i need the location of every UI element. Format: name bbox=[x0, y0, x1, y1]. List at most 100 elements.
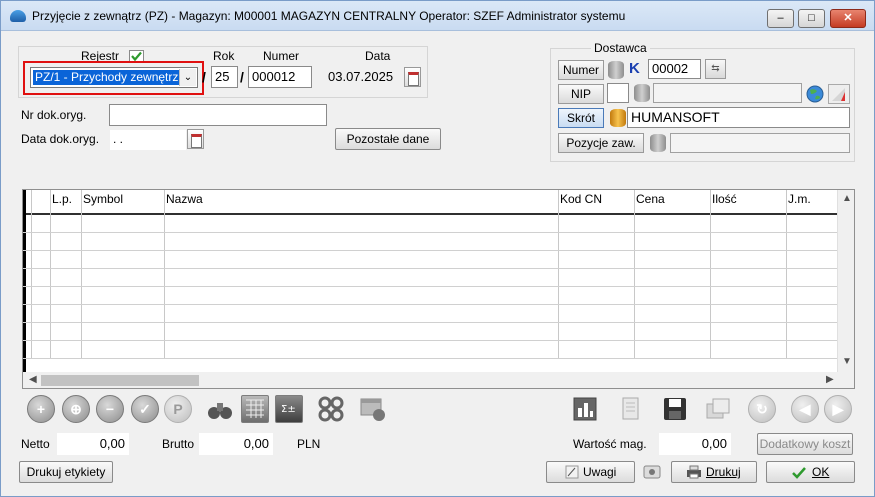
title-bar: Przyjęcie z zewnątrz (PZ) - Magazyn: M00… bbox=[1, 1, 874, 31]
horizontal-scroll-thumb[interactable] bbox=[41, 375, 199, 386]
binoculars-icon[interactable] bbox=[206, 395, 234, 423]
settings-icon[interactable] bbox=[317, 395, 345, 423]
supplier-number-field[interactable]: 00002 bbox=[648, 59, 701, 79]
grid-row-line bbox=[23, 322, 837, 323]
number-label: Numer bbox=[263, 49, 300, 63]
grid-column-line bbox=[81, 190, 82, 358]
chevron-down-icon[interactable]: ⌄ bbox=[179, 69, 196, 86]
pz-window: Przyjęcie z zewnątrz (PZ) - Magazyn: M00… bbox=[0, 0, 875, 497]
remove-icon[interactable]: − bbox=[96, 395, 124, 423]
column-header-price[interactable]: Cena bbox=[636, 192, 665, 206]
refresh-icon[interactable]: ↻ bbox=[748, 395, 776, 423]
database-icon[interactable] bbox=[608, 61, 624, 79]
horizontal-scrollbar[interactable]: ◀ ▶ bbox=[23, 372, 854, 388]
supplier-number-button[interactable]: Numer bbox=[558, 60, 604, 80]
column-header-symbol[interactable]: Symbol bbox=[83, 192, 123, 206]
column-header-lp[interactable]: L.p. bbox=[52, 192, 72, 206]
database-orange-icon[interactable] bbox=[610, 109, 626, 127]
edit-check-icon[interactable]: ✓ bbox=[131, 395, 159, 423]
spreadsheet-icon[interactable] bbox=[241, 395, 269, 423]
year-label: Rok bbox=[213, 49, 235, 63]
k-label: K bbox=[629, 60, 640, 77]
nip-lookup-field[interactable] bbox=[653, 83, 802, 103]
database-icon-2[interactable] bbox=[634, 84, 650, 102]
p-icon[interactable]: P bbox=[164, 395, 192, 423]
grid-left-bar bbox=[23, 190, 26, 386]
add-search-icon[interactable]: ⊕ bbox=[62, 395, 90, 423]
globe-icon[interactable] bbox=[805, 84, 825, 104]
nip-field[interactable] bbox=[607, 83, 629, 103]
nip-button[interactable]: NIP bbox=[558, 84, 604, 104]
print-labels-button[interactable]: Drukuj etykiety bbox=[19, 461, 113, 483]
date-label: Data bbox=[365, 49, 391, 63]
calendar-icon[interactable] bbox=[404, 67, 421, 87]
handshake-icon[interactable]: ⇆ bbox=[705, 59, 726, 79]
scroll-up-arrow[interactable]: ▲ bbox=[842, 193, 852, 204]
grid-column-line bbox=[558, 190, 559, 358]
grid-column-line bbox=[50, 190, 51, 358]
ok-label: OK bbox=[812, 465, 830, 479]
number-field[interactable]: 000012 bbox=[248, 66, 312, 88]
ok-button[interactable]: OK bbox=[766, 461, 855, 483]
register-select[interactable]: PZ/1 - Przychody zewnętrzne ⌄ bbox=[30, 67, 198, 88]
calculator-icon[interactable]: Σ± bbox=[275, 395, 303, 423]
attachment-icon[interactable] bbox=[642, 462, 662, 482]
maximize-button[interactable]: □ bbox=[798, 9, 825, 28]
orig-doc-date-label: Data dok.oryg. bbox=[21, 132, 100, 146]
scroll-left-arrow[interactable]: ◀ bbox=[29, 374, 37, 385]
save-icon[interactable] bbox=[661, 395, 689, 423]
grid-column-line bbox=[710, 190, 711, 358]
column-header-name[interactable]: Nazwa bbox=[166, 192, 203, 206]
positions-field[interactable] bbox=[670, 133, 850, 153]
chart-icon[interactable] bbox=[571, 395, 599, 423]
column-header-cn-code[interactable]: Kod CN bbox=[560, 192, 602, 206]
short-name-field[interactable]: HUMANSOFT bbox=[627, 107, 850, 128]
grid-column-line bbox=[164, 190, 165, 358]
items-grid[interactable]: L.p. Symbol Nazwa Kod CN Cena Ilość J.m.… bbox=[22, 189, 855, 389]
notes-button[interactable]: Uwagi bbox=[546, 461, 635, 483]
database-icon-3[interactable] bbox=[650, 134, 666, 152]
vertical-scrollbar[interactable]: ▲ ▼ bbox=[837, 190, 854, 372]
previous-icon[interactable]: ◀ bbox=[791, 395, 819, 423]
orig-doc-no-label: Nr dok.oryg. bbox=[21, 108, 87, 122]
extra-cost-button[interactable]: Dodatkowy koszt bbox=[757, 433, 853, 455]
add-icon[interactable]: + bbox=[27, 395, 55, 423]
other-data-button[interactable]: Pozostałe dane bbox=[335, 128, 441, 150]
grid-row-line bbox=[23, 286, 837, 287]
document-icon[interactable] bbox=[616, 395, 644, 423]
short-name-button[interactable]: Skrót bbox=[558, 108, 604, 128]
net-label: Netto bbox=[21, 437, 50, 451]
stock-value-label: Wartość mag. bbox=[573, 437, 647, 451]
column-header-quantity[interactable]: Ilość bbox=[712, 192, 737, 206]
net-value: 0,00 bbox=[57, 433, 129, 455]
close-button[interactable]: ✕ bbox=[830, 9, 866, 28]
orig-doc-date-field[interactable]: . . bbox=[109, 129, 187, 151]
scroll-right-arrow[interactable]: ▶ bbox=[826, 374, 834, 385]
positions-button[interactable]: Pozycje zaw. bbox=[558, 133, 644, 153]
svg-text:Σ±: Σ± bbox=[281, 404, 296, 415]
column-header-unit[interactable]: J.m. bbox=[788, 192, 811, 206]
minimize-button[interactable]: ‒ bbox=[767, 9, 794, 28]
note-icon bbox=[565, 465, 579, 479]
next-icon[interactable]: ▶ bbox=[824, 395, 852, 423]
orig-doc-no-field[interactable] bbox=[109, 104, 327, 126]
calendar-icon-2[interactable] bbox=[187, 129, 204, 149]
print-button[interactable]: Drukuj bbox=[671, 461, 757, 483]
grid-column-line bbox=[634, 190, 635, 358]
year-field[interactable]: 25 bbox=[211, 66, 238, 88]
grid-row-line bbox=[23, 340, 837, 341]
print-label: Drukuj bbox=[706, 465, 741, 479]
grid-column-line bbox=[786, 190, 787, 358]
date-value[interactable]: 03.07.2025 bbox=[328, 69, 393, 84]
scroll-down-arrow[interactable]: ▼ bbox=[842, 356, 852, 367]
flag-icon[interactable] bbox=[828, 84, 850, 104]
currency-label: PLN bbox=[297, 437, 321, 451]
window-settings-icon[interactable] bbox=[359, 395, 387, 423]
grid-row-line bbox=[23, 232, 837, 233]
window-title: Przyjęcie z zewnątrz (PZ) - Magazyn: M00… bbox=[32, 9, 626, 23]
printer-icon bbox=[687, 465, 701, 479]
grid-column-line bbox=[31, 190, 32, 358]
copy-icon[interactable] bbox=[704, 395, 732, 423]
supplier-group-label: Dostawca bbox=[591, 41, 650, 55]
grid-row-line bbox=[23, 250, 837, 251]
